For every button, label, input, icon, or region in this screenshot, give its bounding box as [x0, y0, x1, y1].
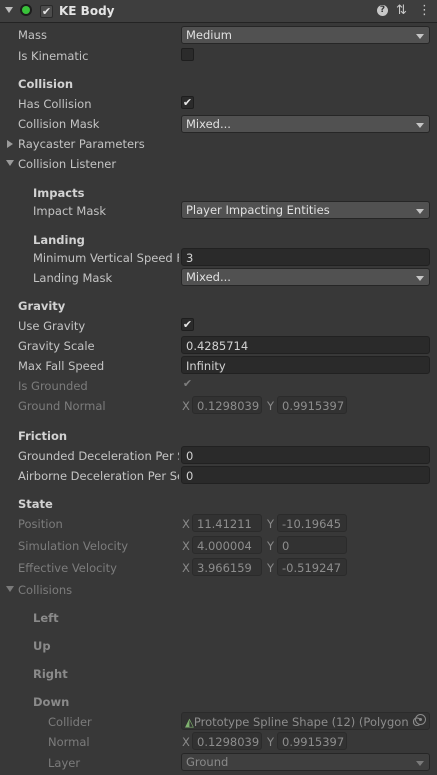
eff-velocity-x-label: X [182, 561, 190, 575]
left-header: Left [33, 611, 59, 625]
green-dot-icon [20, 4, 32, 16]
landing-header: Landing [33, 233, 85, 247]
is-grounded-label: Is Grounded [18, 379, 88, 393]
collision-section-header: Collision [18, 77, 74, 91]
down-header: Down [33, 695, 70, 709]
position-y-field: -10.19645 [277, 514, 347, 532]
sim-velocity-y-field: 0 [277, 536, 347, 554]
up-header: Up [33, 639, 51, 653]
gravity-section-header: Gravity [18, 299, 66, 313]
object-picker-icon [415, 714, 426, 725]
sim-velocity-x-label: X [182, 539, 190, 553]
ground-normal-x-label: X [182, 399, 190, 413]
landing-mask-label: Landing Mask [33, 271, 113, 285]
is-grounded-checkbox: ✔ [182, 377, 193, 390]
landing-mask-value: Mixed... [186, 270, 231, 284]
has-collision-label: Has Collision [18, 97, 92, 111]
gravity-scale-label: Gravity Scale [18, 339, 95, 353]
component-title: KE Body [59, 4, 115, 18]
raycaster-foldout-arrow-icon[interactable] [7, 140, 13, 148]
sim-velocity-x-field: 4.000004 [192, 536, 262, 554]
effective-velocity-label: Effective Velocity [18, 561, 117, 575]
collision-listener-foldout-arrow-icon[interactable] [6, 160, 14, 166]
enabled-checkbox[interactable]: ✔ [40, 5, 53, 18]
polygon-collider-icon: ◭ [185, 715, 194, 729]
ground-normal-label: Ground Normal [18, 399, 106, 413]
state-section-header: State [18, 497, 53, 511]
impact-mask-value: Player Impacting Entities [186, 203, 330, 217]
max-fall-speed-label: Max Fall Speed [18, 359, 105, 373]
simulation-velocity-label: Simulation Velocity [18, 539, 129, 553]
ground-normal-x-field: 0.1298039 [192, 396, 262, 414]
max-fall-speed-field[interactable]: Infinity [181, 356, 430, 374]
position-x-label: X [182, 517, 190, 531]
is-kinematic-checkbox[interactable] [181, 48, 194, 61]
chevron-down-icon [416, 209, 424, 214]
impact-mask-label: Impact Mask [33, 204, 107, 218]
collision-listener-foldout[interactable]: Collision Listener [18, 157, 116, 171]
chevron-down-icon [416, 276, 424, 281]
ground-normal-y-field: 0.9915397 [277, 396, 347, 414]
min-vertical-speed-label: Minimum Vertical Speed F [33, 251, 179, 265]
min-vertical-speed-field[interactable]: 3 [181, 248, 430, 266]
position-y-label: Y [267, 517, 275, 531]
use-gravity-checkbox[interactable]: ✔ [181, 318, 194, 331]
collider-value: Prototype Spline Shape (12) (Polygon C [193, 715, 421, 729]
use-gravity-label: Use Gravity [18, 319, 86, 333]
collider-object-field: ◭Prototype Spline Shape (12) (Polygon C [181, 712, 430, 730]
collision-mask-value: Mixed... [186, 117, 231, 131]
grounded-decel-label: Grounded Deceleration Per S [18, 449, 179, 463]
normal-label: Normal [48, 735, 90, 749]
is-kinematic-label: Is Kinematic [18, 49, 89, 63]
eff-velocity-x-field: 3.966159 [192, 558, 262, 576]
impacts-header: Impacts [33, 186, 85, 200]
normal-y-field: 0.9915397 [277, 732, 347, 750]
grounded-decel-field[interactable]: 0 [181, 446, 430, 464]
collision-mask-label: Collision Mask [18, 117, 100, 131]
foldout-arrow-icon[interactable] [5, 7, 13, 13]
normal-x-field: 0.1298039 [192, 732, 262, 750]
gravity-scale-field[interactable]: 0.4285714 [181, 336, 430, 354]
collisions-foldout[interactable]: Collisions [18, 583, 72, 597]
chevron-down-icon [416, 34, 424, 39]
layer-dropdown: Ground [181, 753, 430, 771]
right-header: Right [33, 667, 68, 681]
normal-x-label: X [182, 735, 190, 749]
chevron-down-icon [416, 123, 424, 128]
layer-label: Layer [48, 756, 81, 770]
mass-value: Medium [186, 28, 232, 42]
raycaster-parameters-foldout[interactable]: Raycaster Parameters [18, 137, 145, 151]
collider-label: Collider [48, 715, 92, 729]
position-label: Position [18, 517, 63, 531]
help-icon[interactable]: ? [377, 5, 388, 16]
ground-normal-y-label: Y [267, 399, 275, 413]
chevron-down-icon [416, 761, 424, 766]
airborne-decel-field[interactable]: 0 [181, 466, 430, 484]
mass-label: Mass [18, 28, 47, 42]
sim-velocity-y-label: Y [267, 539, 275, 553]
kebab-menu-icon[interactable]: ⋮ [418, 3, 431, 18]
normal-y-label: Y [267, 735, 275, 749]
mass-dropdown[interactable]: Medium [181, 26, 430, 44]
friction-section-header: Friction [18, 429, 68, 443]
airborne-decel-label: Airborne Deceleration Per Se [18, 469, 179, 483]
presets-icon[interactable]: ⇅ [396, 3, 407, 18]
impact-mask-dropdown[interactable]: Player Impacting Entities [181, 201, 430, 219]
collisions-foldout-arrow-icon[interactable] [6, 586, 14, 592]
landing-mask-dropdown[interactable]: Mixed... [181, 268, 430, 286]
position-x-field: 11.41211 [192, 514, 262, 532]
has-collision-checkbox[interactable]: ✔ [181, 96, 194, 109]
collision-mask-dropdown[interactable]: Mixed... [181, 115, 430, 133]
eff-velocity-y-label: Y [267, 561, 275, 575]
eff-velocity-y-field: -0.519247 [277, 558, 347, 576]
layer-value: Ground [186, 755, 229, 769]
